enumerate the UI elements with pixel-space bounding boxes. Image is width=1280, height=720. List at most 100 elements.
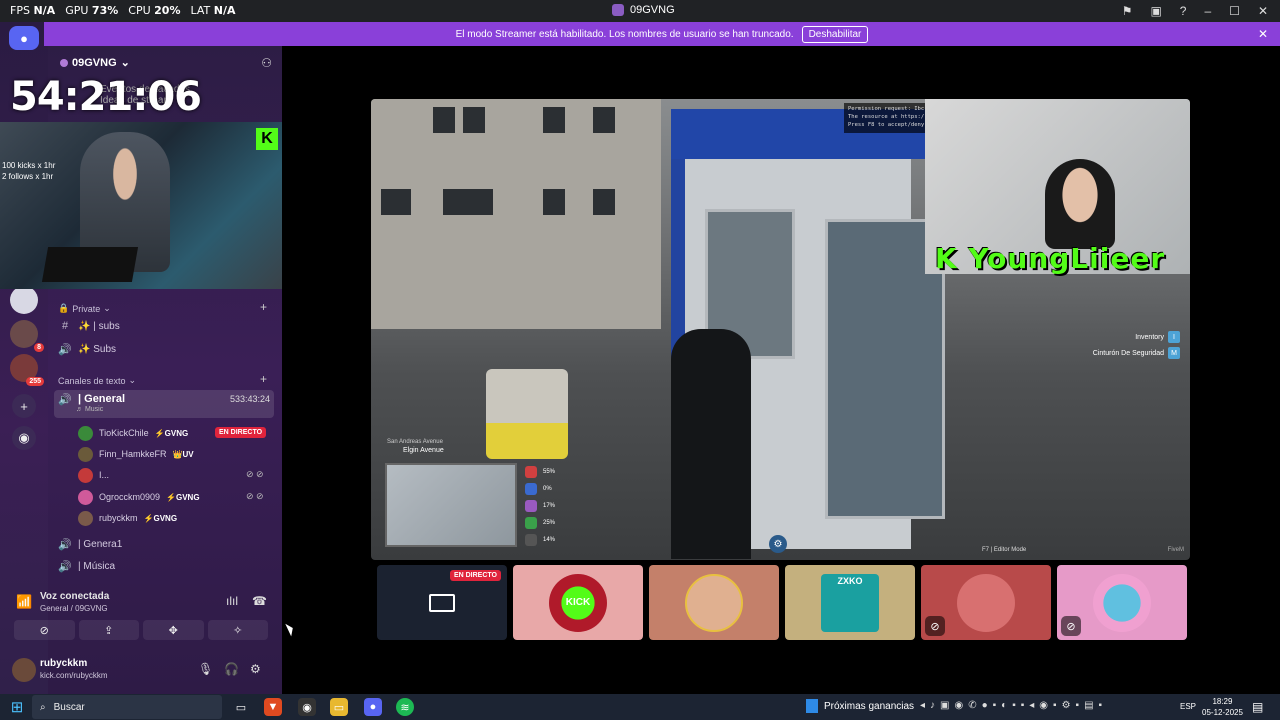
- windows-start-icon[interactable]: ⊞: [0, 698, 34, 716]
- status-hud: 55% 0% 17% 25% 14%: [525, 463, 555, 548]
- seatbelt-key: M: [1168, 347, 1180, 359]
- armor-status: 0%: [525, 480, 555, 497]
- window-title-text: 09GVNG: [630, 4, 675, 16]
- camera-off-icon[interactable]: ⊘: [14, 620, 75, 640]
- server-badge: 255: [26, 377, 44, 386]
- kick-avatar-label: KICK: [565, 597, 591, 608]
- avatar: [1093, 573, 1151, 632]
- settings-gear-icon[interactable]: ⚙: [250, 662, 261, 676]
- game-stream[interactable]: Permission request: Ibc The resource at …: [371, 99, 1190, 560]
- close-button[interactable]: ✕: [1258, 4, 1268, 18]
- invite-people-icon[interactable]: ⚇: [261, 56, 272, 70]
- inventory-label: Inventory: [1135, 333, 1164, 341]
- server-icon[interactable]: 255: [10, 354, 44, 386]
- category-private[interactable]: 🔒 Private ⌄: [58, 303, 111, 314]
- category-text-channels[interactable]: Canales de texto ⌄: [58, 375, 136, 386]
- participant-tile[interactable]: KICK: [513, 565, 643, 640]
- search-box[interactable]: ⌕ Buscar: [32, 695, 222, 719]
- keyboard-image: [41, 247, 139, 282]
- avatar[interactable]: [12, 658, 36, 682]
- inbox-icon[interactable]: ⚑: [1122, 4, 1133, 18]
- activities-icon[interactable]: ✥: [143, 620, 204, 640]
- window-image: [463, 107, 485, 133]
- language-indicator[interactable]: ESP: [1180, 702, 1196, 711]
- minimize-button[interactable]: –: [1204, 4, 1211, 18]
- stocks-icon: [806, 699, 818, 713]
- server-header[interactable]: 09GVNG ⌄: [60, 56, 130, 69]
- channel-timer: 533:43:24: [229, 394, 270, 404]
- streamer-mode-banner: El modo Streamer está habilitado. Los no…: [44, 22, 1280, 46]
- taskbar: ⊞ ⌕ Buscar ▭ ▼ ◉ ▭ ● ≋ Próximas ganancia…: [0, 694, 1280, 720]
- window-image: [593, 107, 615, 133]
- perf-stats: FPS N/A GPU 73% CPU 20% LAT N/A: [10, 4, 236, 17]
- user-name: Ogrocckm0909: [99, 492, 161, 502]
- close-icon[interactable]: ✕: [1258, 27, 1268, 41]
- create-channel-button[interactable]: +: [260, 300, 267, 314]
- clock[interactable]: 18:29 05-12-2025: [1202, 696, 1243, 718]
- folder-icon[interactable]: ▭: [330, 698, 348, 716]
- discord-home-icon[interactable]: ●: [9, 26, 39, 50]
- stream-tile[interactable]: EN DIRECTO: [377, 565, 507, 640]
- discover-icon[interactable]: ◉: [12, 426, 36, 450]
- earnings-widget[interactable]: Próximas ganancias: [806, 699, 914, 713]
- participant-tile[interactable]: ⊘: [921, 565, 1051, 640]
- armor-icon: [525, 482, 537, 495]
- channel-subs-text[interactable]: # ✨ | subs: [58, 320, 120, 332]
- voice-user[interactable]: TioKickChile ⚡GVNG: [78, 424, 188, 442]
- headphones-icon[interactable]: 🎧: [224, 662, 239, 676]
- stamina-status: 14%: [525, 531, 555, 548]
- participant-tile[interactable]: [649, 565, 779, 640]
- webcam-overlay: K 9 100 kicks x 1hr 2 follows x 1hr: [0, 122, 298, 289]
- account-name: rubyckkm: [40, 658, 88, 669]
- spotify-icon[interactable]: ≋: [396, 698, 414, 716]
- notifications-icon[interactable]: ▤: [1252, 700, 1263, 714]
- server-icon: [612, 4, 624, 16]
- task-view-icon[interactable]: ▭: [232, 698, 250, 716]
- settings-icon[interactable]: ⚙: [769, 535, 787, 553]
- stamina-value: 14%: [543, 536, 556, 543]
- channel-musica[interactable]: 🔊 | Música: [58, 560, 115, 573]
- server-icon[interactable]: [10, 286, 38, 314]
- voice-user[interactable]: I...: [78, 466, 109, 484]
- channel-general[interactable]: 🔊 | General ♬ Music 533:43:24: [54, 390, 274, 418]
- soundboard-icon[interactable]: ılıl: [226, 594, 238, 608]
- participant-tile[interactable]: ZXKO: [785, 565, 915, 640]
- channel-genera1[interactable]: 🔊 | Genera1: [58, 538, 122, 551]
- server-icon[interactable]: 8: [10, 320, 44, 352]
- discord-icon[interactable]: ●: [364, 698, 382, 716]
- help-icon[interactable]: ?: [1180, 4, 1187, 18]
- hunger-icon: [525, 499, 537, 512]
- system-tray[interactable]: ◂♪▣◉✆●▪◐▪▪◂◉▪⚙▪▤▪: [920, 700, 1107, 711]
- voice-user[interactable]: Finn_HamkkeFR 👑UV: [78, 445, 194, 463]
- create-channel-button[interactable]: +: [260, 372, 267, 386]
- user-tag: ⚡GVNG: [166, 492, 200, 502]
- avatar: [78, 467, 93, 483]
- speaker-icon: 🔊: [58, 561, 72, 573]
- soundboard-button-icon[interactable]: ✧: [207, 620, 268, 640]
- monitor-icon[interactable]: ▣: [1150, 4, 1161, 18]
- zxko-avatar-label: ZXKO: [837, 575, 863, 586]
- brave-icon[interactable]: ▼: [264, 698, 282, 716]
- microphone-icon[interactable]: 🎙: [198, 662, 213, 676]
- health-status: 55%: [525, 463, 555, 480]
- inventory-key: I: [1168, 331, 1180, 343]
- streamer-name-overlay: K YoungLiieer: [935, 242, 1166, 275]
- earnings-label: Próximas ganancias: [824, 700, 915, 712]
- category-label: Canales de texto: [58, 375, 126, 386]
- bollard-image: [486, 369, 568, 459]
- screen-share-icon[interactable]: ⇪: [78, 620, 139, 640]
- muted-mic-icon: ⊘: [925, 616, 945, 636]
- avatar: [957, 573, 1015, 632]
- add-server-icon[interactable]: +: [12, 394, 36, 418]
- maximize-button[interactable]: ☐: [1229, 4, 1240, 18]
- disconnect-icon[interactable]: ☎: [252, 594, 267, 608]
- participant-tile[interactable]: ⊘: [1057, 565, 1187, 640]
- avatar: [78, 510, 93, 526]
- voice-user[interactable]: Ogrocckm0909 ⚡GVNG: [78, 488, 200, 506]
- disable-streamer-button[interactable]: Deshabilitar: [801, 25, 869, 43]
- voice-user[interactable]: rubyckkm ⚡GVNG: [78, 509, 177, 527]
- muted-mic-icon: ⊘: [1061, 616, 1081, 636]
- channel-subs-voice[interactable]: 🔊 ✨ Subs: [58, 343, 116, 356]
- health-value: 55%: [543, 468, 556, 475]
- obs-icon[interactable]: ◉: [298, 698, 316, 716]
